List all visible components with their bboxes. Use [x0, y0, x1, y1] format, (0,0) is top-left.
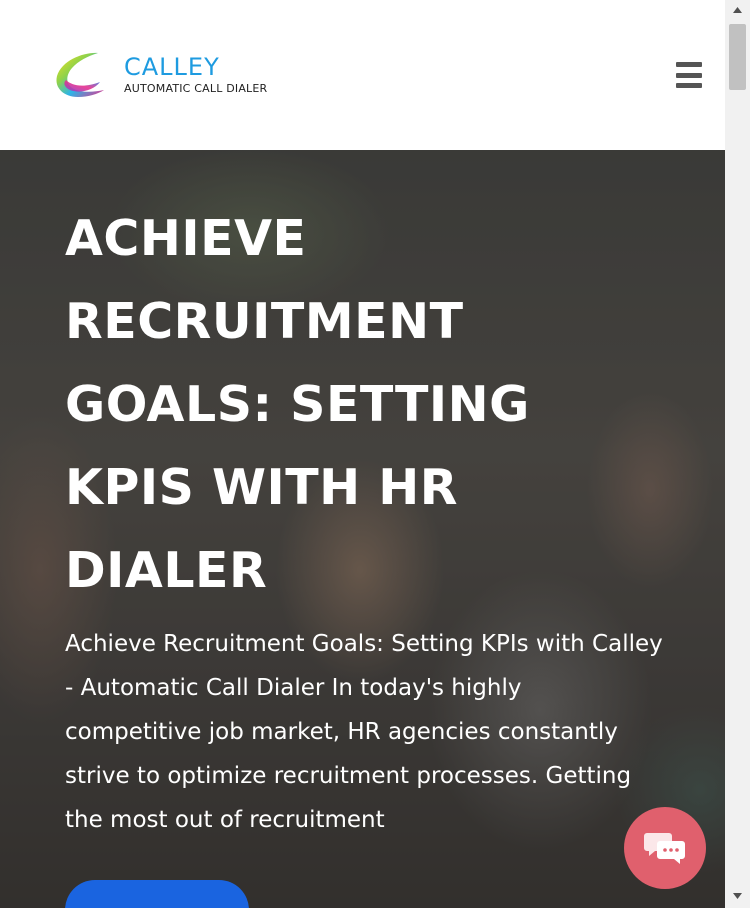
scroll-down-arrow-icon[interactable]: [725, 886, 750, 906]
hero-title: ACHIEVE RECRUITMENT GOALS: SETTING KPIS …: [65, 210, 530, 599]
menu-bar: [676, 83, 702, 88]
hamburger-menu-icon[interactable]: [676, 62, 702, 88]
hero-section: ACHIEVE RECRUITMENT GOALS: SETTING KPIS …: [0, 150, 725, 908]
logo-name: CALLEY: [124, 53, 220, 81]
scrollbar-thumb[interactable]: [729, 24, 746, 90]
site-header: CALLEY AUTOMATIC CALL DIALER: [0, 0, 725, 150]
vertical-scrollbar[interactable]: [725, 0, 750, 908]
hero-cta-button[interactable]: [65, 880, 249, 908]
page: CALLEY AUTOMATIC CALL DIALER ACHIEVE REC…: [0, 0, 750, 908]
scroll-up-arrow-icon[interactable]: [725, 0, 750, 20]
menu-bar: [676, 62, 702, 67]
logo-tagline: AUTOMATIC CALL DIALER: [124, 82, 268, 95]
chat-bubbles-icon: [644, 833, 685, 864]
hero-description: Achieve Recruitment Goals: Setting KPIs …: [65, 631, 663, 833]
logo-text: CALLEY AUTOMATIC CALL DIALER: [124, 54, 267, 96]
logo[interactable]: CALLEY AUTOMATIC CALL DIALER: [54, 50, 267, 100]
menu-bar: [676, 72, 702, 78]
calley-logo-icon: [56, 52, 104, 97]
chat-widget-button[interactable]: [624, 807, 706, 889]
